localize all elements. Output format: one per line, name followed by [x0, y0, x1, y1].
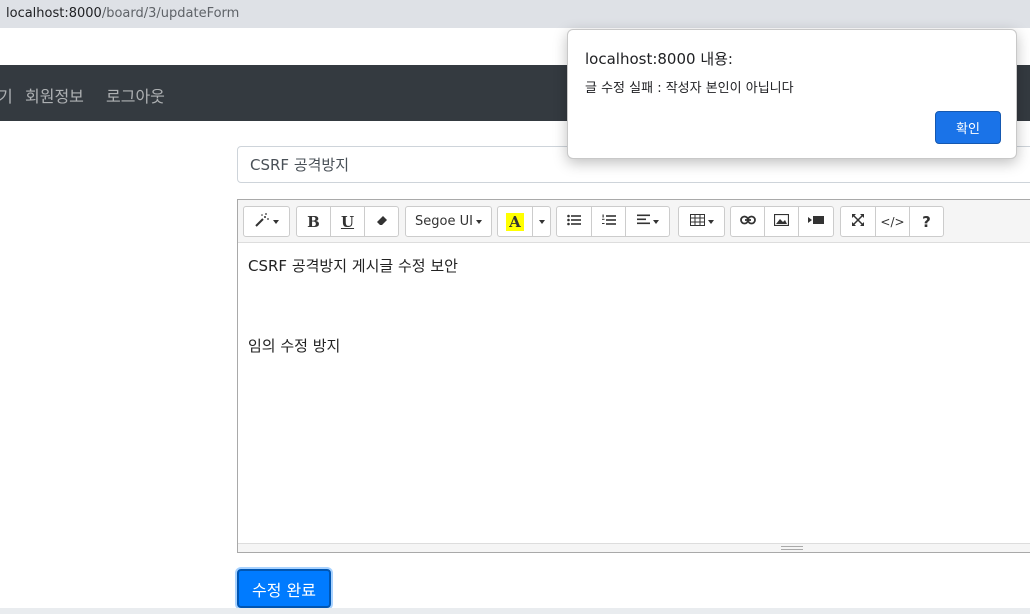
address-bar[interactable]: localhost:8000/board/3/updateForm: [0, 0, 1030, 28]
table-icon: [689, 213, 705, 230]
chevron-down-icon: [475, 219, 482, 224]
chevron-down-icon: [538, 219, 545, 224]
picture-button[interactable]: [764, 206, 799, 237]
paragraph-group: [556, 206, 670, 237]
nav-item-write[interactable]: 기: [0, 83, 13, 107]
color-dropdown-button[interactable]: [532, 206, 551, 237]
help-button[interactable]: ?: [909, 206, 944, 237]
fullscreen-button[interactable]: [840, 206, 876, 237]
color-group: A: [497, 206, 551, 237]
editor-content[interactable]: CSRF 공격방지 게시글 수정 보안 임의 수정 방지: [238, 243, 1030, 543]
magic-wand-icon: [254, 212, 270, 231]
dialog-ok-button[interactable]: 확인: [935, 111, 1001, 144]
font-name-dropdown[interactable]: Segoe UI: [405, 206, 492, 237]
align-left-icon: [636, 214, 650, 229]
url-host: localhost:8000: [6, 6, 102, 21]
paragraph-align-dropdown[interactable]: [625, 206, 670, 237]
font-name-group: Segoe UI: [405, 206, 492, 237]
content-line: CSRF 공격방지 게시글 수정 보안: [248, 257, 458, 275]
bullet-list-icon: [567, 214, 581, 230]
dialog-title: localhost:8000 내용:: [585, 50, 733, 68]
chevron-down-icon: [273, 219, 279, 224]
video-button[interactable]: [798, 206, 834, 237]
resize-grip-icon: [781, 546, 803, 550]
nav-item-logout[interactable]: 로그아웃: [106, 83, 165, 107]
url-path: /board/3/updateForm: [101, 6, 240, 21]
ordered-list-button[interactable]: [591, 206, 626, 237]
font-name-label: Segoe UI: [415, 214, 473, 229]
link-button[interactable]: [730, 206, 765, 237]
bold-button[interactable]: B: [296, 206, 331, 237]
chevron-down-icon: [652, 219, 659, 224]
expand-icon: [852, 213, 864, 230]
insert-group: [730, 206, 834, 237]
link-icon: [739, 214, 756, 229]
style-group: [243, 206, 290, 237]
nav-item-user-info[interactable]: 회원정보: [25, 83, 84, 107]
numbered-list-icon: [601, 214, 616, 230]
image-icon: [773, 213, 790, 230]
submit-update-button[interactable]: 수정 완료: [237, 569, 331, 608]
unordered-list-button[interactable]: [556, 206, 592, 237]
table-button[interactable]: [678, 206, 725, 237]
font-style-group: B U: [296, 206, 399, 237]
video-icon: [808, 214, 824, 229]
content-empty-line: [248, 276, 1026, 336]
clear-format-button[interactable]: [364, 206, 399, 237]
table-group: [678, 206, 725, 237]
view-group: </> ?: [840, 206, 944, 237]
page-bottom-strip: [0, 608, 1030, 614]
eraser-icon: [376, 214, 388, 230]
font-color-icon: A: [506, 212, 524, 231]
codeview-button[interactable]: </>: [875, 206, 910, 237]
editor-toolbar: B U Segoe UI A </> ?: [238, 200, 1030, 243]
underline-button[interactable]: U: [330, 206, 365, 237]
rich-text-editor: B U Segoe UI A </> ? CSRF 공격방지 게시글 수정 보안…: [237, 199, 1030, 553]
editor-resize-bar[interactable]: [238, 543, 1030, 552]
content-line: 임의 수정 방지: [248, 337, 341, 355]
style-button[interactable]: [243, 206, 290, 237]
alert-dialog: localhost:8000 내용: 글 수정 실패 : 작성자 본인이 아닙니…: [567, 29, 1017, 159]
forecolor-button[interactable]: A: [497, 206, 533, 237]
dialog-message: 글 수정 실패 : 작성자 본인이 아닙니다: [585, 81, 794, 96]
chevron-down-icon: [707, 219, 714, 224]
